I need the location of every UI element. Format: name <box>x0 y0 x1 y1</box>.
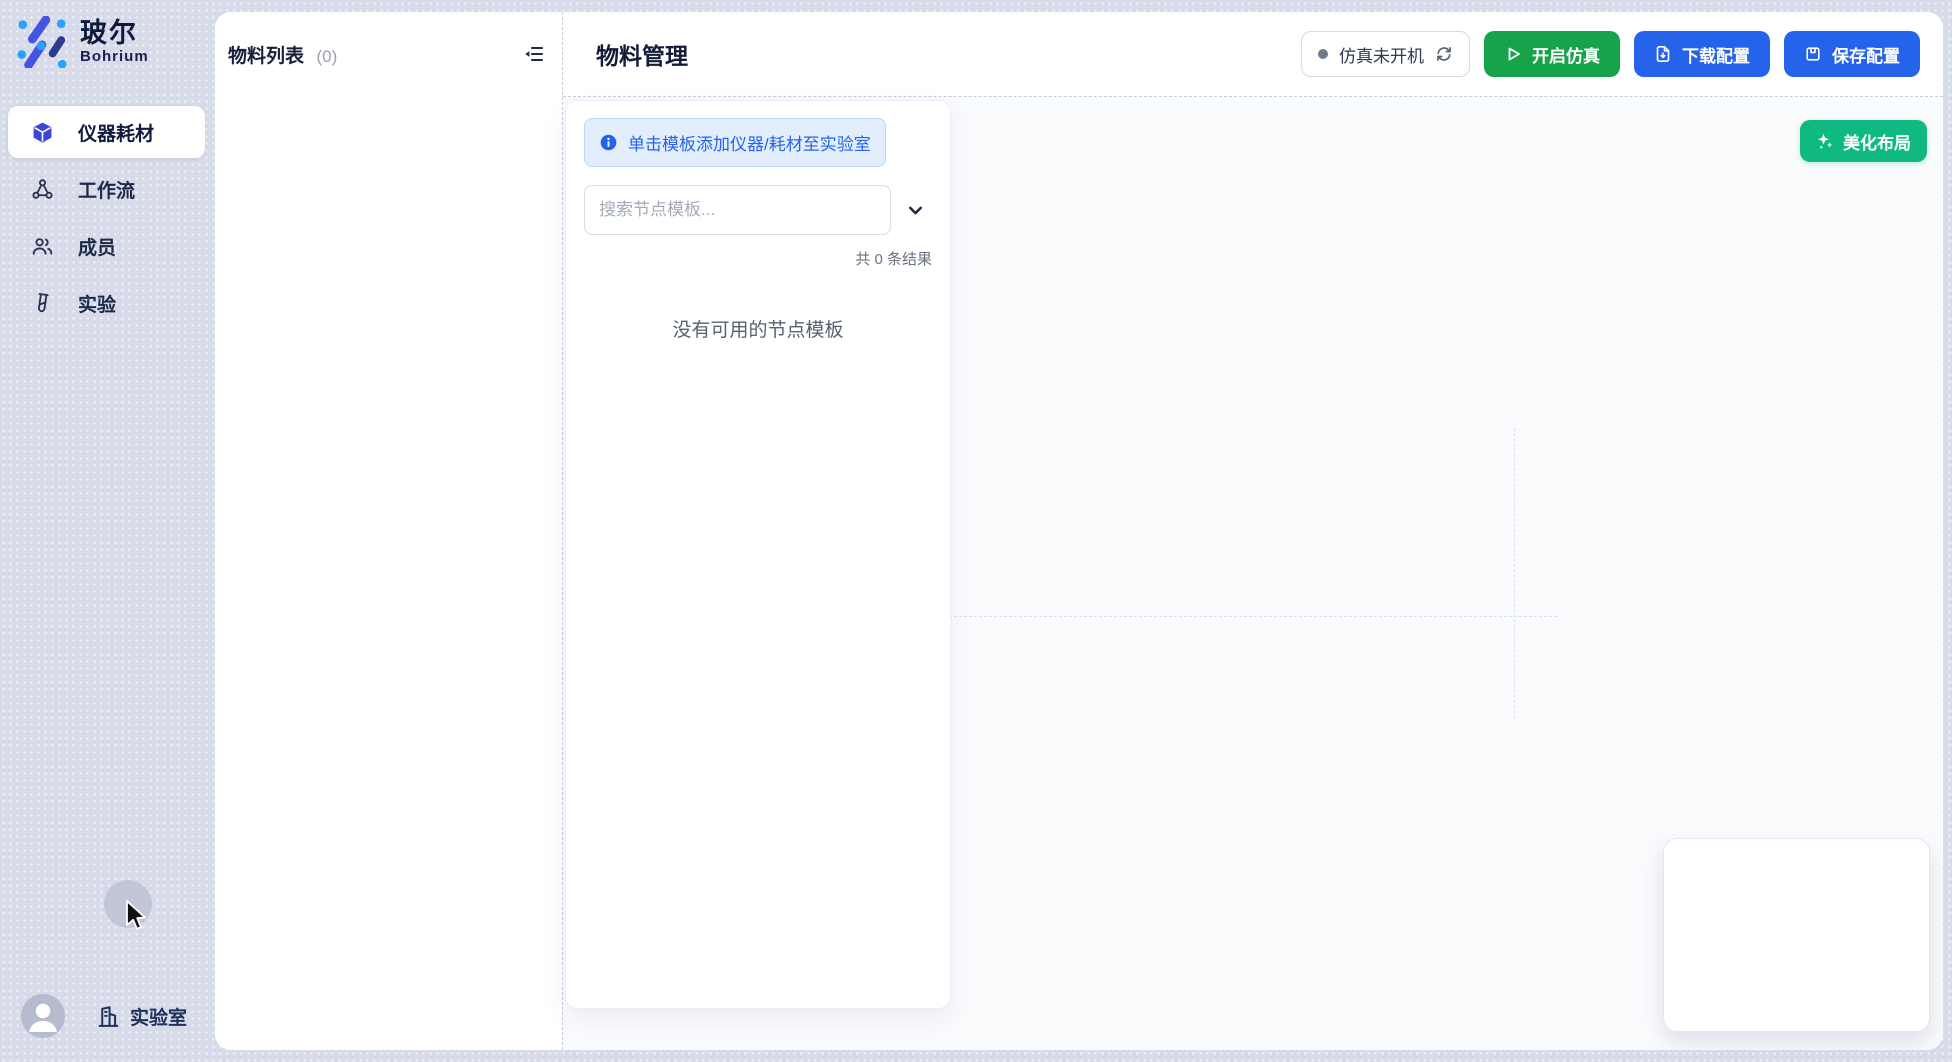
workflow-icon <box>31 178 54 201</box>
node-templates-panel: 单击模板添加仪器/耗材至实验室 共 0 条结果 没有可用的节点模板 <box>565 100 951 1009</box>
test-tube-icon <box>31 292 54 315</box>
canvas-guide-vertical <box>1514 428 1515 718</box>
material-list-title: 物料列表 <box>228 46 304 67</box>
main-header: 物料管理 仿真未开机 <box>563 12 1943 97</box>
sidebar-item-label: 工作流 <box>78 176 135 203</box>
play-icon <box>1504 45 1522 63</box>
brand-name: 玻尔 <box>80 19 149 49</box>
info-icon <box>599 133 618 152</box>
material-list-count: (0) <box>316 47 337 66</box>
save-icon <box>1804 45 1822 63</box>
sidebar-item-workflow[interactable]: 工作流 <box>8 163 205 215</box>
info-banner: 单击模板添加仪器/耗材至实验室 <box>584 118 886 167</box>
empty-state-text: 没有可用的节点模板 <box>584 315 932 342</box>
sidebar-item-instruments[interactable]: 仪器耗材 <box>8 106 205 158</box>
minimap[interactable] <box>1663 838 1930 1032</box>
beautify-layout-button[interactable]: 美化布局 <box>1800 120 1927 162</box>
brand-subname: Bohrium <box>80 48 149 65</box>
bohrium-logo-icon <box>16 16 68 68</box>
info-banner-text: 单击模板添加仪器/耗材至实验室 <box>628 130 871 155</box>
main-area: 物料管理 仿真未开机 <box>563 12 1943 1050</box>
page-title: 物料管理 <box>596 37 688 71</box>
user-avatar[interactable] <box>21 994 65 1038</box>
brand-logo[interactable]: 玻尔 Bohrium <box>16 16 149 68</box>
main-card: 物料列表 (0) 物料管理 仿真未开机 <box>215 12 1943 1050</box>
list-collapse-icon <box>522 54 546 69</box>
sidebar-item-label: 实验 <box>78 290 116 317</box>
mouse-cursor <box>124 899 150 938</box>
chevron-down-icon <box>905 209 926 224</box>
collapse-panel-button[interactable] <box>520 40 548 68</box>
sidebar: 玻尔 Bohrium 仪器耗材 <box>0 0 215 1062</box>
start-simulation-button[interactable]: 开启仿真 <box>1484 31 1620 77</box>
building-icon <box>96 1004 121 1029</box>
users-icon <box>31 235 54 258</box>
refresh-icon[interactable] <box>1435 45 1453 63</box>
file-download-icon <box>1654 45 1672 63</box>
cube-icon <box>31 121 54 144</box>
sidebar-nav: 仪器耗材 工作流 成员 <box>8 106 205 334</box>
status-dot-icon <box>1318 49 1328 59</box>
lab-switcher[interactable]: 实验室 <box>96 1003 187 1030</box>
sidebar-item-label: 成员 <box>78 233 116 260</box>
flow-canvas[interactable]: 单击模板添加仪器/耗材至实验室 共 0 条结果 没有可用的节点模板 <box>563 97 1943 1050</box>
search-input[interactable] <box>584 185 891 235</box>
sidebar-item-members[interactable]: 成员 <box>8 220 205 272</box>
canvas-guide-horizontal <box>949 616 1557 617</box>
sidebar-item-label: 仪器耗材 <box>78 119 154 146</box>
lab-label: 实验室 <box>130 1003 187 1030</box>
result-count: 共 0 条结果 <box>584 248 932 269</box>
sim-status-label: 仿真未开机 <box>1339 42 1424 67</box>
download-config-button[interactable]: 下载配置 <box>1634 31 1770 77</box>
sidebar-item-experiments[interactable]: 实验 <box>8 277 205 329</box>
header-actions: 仿真未开机 <box>1301 31 1920 77</box>
sparkles-icon <box>1816 132 1834 150</box>
sim-status-pill[interactable]: 仿真未开机 <box>1301 31 1470 77</box>
material-list-panel: 物料列表 (0) <box>215 12 563 1050</box>
save-config-button[interactable]: 保存配置 <box>1784 31 1920 77</box>
expand-templates-button[interactable] <box>903 198 928 223</box>
